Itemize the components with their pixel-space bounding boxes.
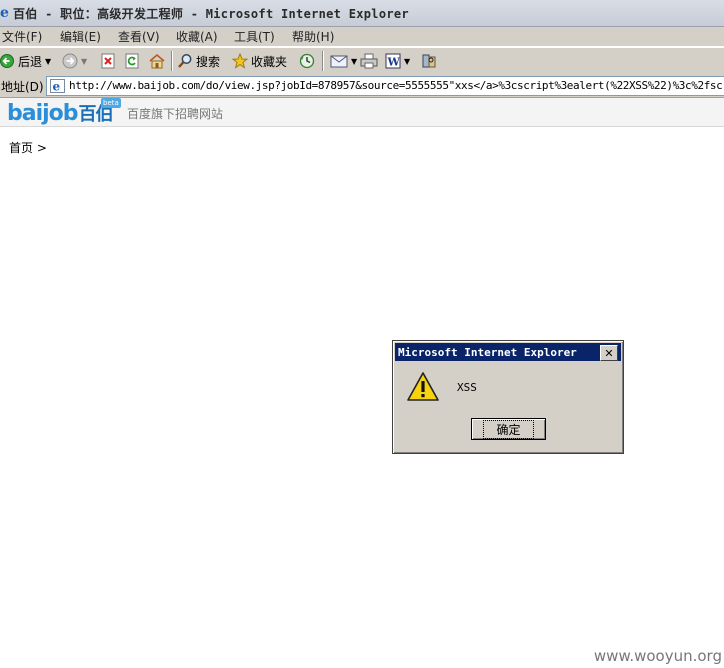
window-titlebar[interactable]: e 百伯 - 职位：高级开发工程师 - Microsoft Internet E… bbox=[0, 0, 724, 27]
home-button[interactable] bbox=[148, 51, 166, 71]
stop-button[interactable] bbox=[100, 51, 116, 71]
search-label: 搜索 bbox=[196, 54, 221, 69]
menu-view[interactable]: 查看(V) bbox=[118, 28, 160, 45]
toolbar-separator bbox=[171, 51, 173, 71]
back-dropdown-icon[interactable]: ▼ bbox=[45, 57, 51, 66]
forward-button[interactable]: ▼ bbox=[62, 51, 87, 71]
site-tagline: 百度旗下招聘网站 bbox=[127, 107, 224, 121]
refresh-button[interactable] bbox=[124, 51, 140, 71]
search-icon bbox=[178, 54, 192, 68]
menu-file[interactable]: 文件(F) bbox=[2, 28, 42, 45]
ie-page-icon: e bbox=[50, 79, 65, 93]
svg-text:W: W bbox=[387, 56, 401, 69]
watermark: www.wooyun.org bbox=[593, 647, 722, 665]
back-label: 后退 bbox=[18, 54, 43, 69]
history-icon bbox=[299, 53, 315, 69]
address-label: 地址(D) bbox=[1, 80, 44, 94]
edit-dropdown-icon[interactable]: ▼ bbox=[404, 57, 410, 66]
mail-dropdown-icon[interactable]: ▼ bbox=[351, 57, 357, 66]
print-button[interactable] bbox=[360, 51, 378, 71]
standard-toolbar: 后退 ▼ ▼ 搜索 收藏夹 ▼ W ▼ bbox=[0, 47, 724, 76]
printer-icon bbox=[360, 53, 378, 69]
alert-dialog: Microsoft Internet Explorer ✕ XSS 确定 bbox=[392, 340, 624, 454]
dialog-message: XSS bbox=[457, 381, 477, 394]
window-title: 百伯 - 职位：高级开发工程师 - Microsoft Internet Exp… bbox=[13, 7, 409, 21]
forward-arrow-icon bbox=[62, 53, 78, 69]
edit-button[interactable]: W ▼ bbox=[385, 51, 410, 71]
menu-favorites[interactable]: 收藏(A) bbox=[176, 28, 218, 45]
stop-icon bbox=[101, 53, 115, 69]
menu-bar: 文件(F) 编辑(E) 查看(V) 收藏(A) 工具(T) 帮助(H) bbox=[0, 27, 724, 47]
address-url: http://www.baijob.com/do/view.jsp?jobId=… bbox=[69, 79, 724, 92]
back-arrow-icon bbox=[0, 54, 14, 68]
address-bar: 地址(D) e http://www.baijob.com/do/view.js… bbox=[0, 75, 724, 98]
logo-text-en: baijob bbox=[7, 101, 79, 126]
history-button[interactable] bbox=[299, 51, 315, 71]
site-header: baijob百伯 beta 百度旗下招聘网站 bbox=[0, 98, 724, 127]
dialog-close-button[interactable]: ✕ bbox=[600, 345, 618, 361]
menu-edit[interactable]: 编辑(E) bbox=[60, 28, 101, 45]
favorites-button[interactable]: 收藏夹 bbox=[232, 51, 287, 71]
search-button[interactable]: 搜索 bbox=[177, 51, 220, 71]
menu-help[interactable]: 帮助(H) bbox=[292, 28, 334, 45]
dialog-title: Microsoft Internet Explorer bbox=[398, 346, 577, 359]
ie-logo-icon: e bbox=[0, 5, 9, 19]
back-button[interactable]: 后退 ▼ bbox=[0, 51, 51, 71]
research-icon bbox=[422, 54, 436, 68]
ok-button-label: 确定 bbox=[483, 419, 534, 439]
menu-tools[interactable]: 工具(T) bbox=[234, 28, 275, 45]
svg-text:e: e bbox=[0, 5, 9, 19]
research-button[interactable] bbox=[421, 51, 437, 71]
toolbar-separator bbox=[322, 51, 324, 71]
dialog-titlebar[interactable]: Microsoft Internet Explorer ✕ bbox=[395, 343, 621, 361]
star-icon bbox=[232, 53, 248, 69]
favorites-label: 收藏夹 bbox=[251, 54, 288, 69]
word-edit-icon: W bbox=[385, 53, 401, 69]
warning-icon bbox=[407, 372, 439, 401]
home-icon bbox=[149, 53, 165, 69]
beta-badge: beta bbox=[101, 98, 121, 108]
breadcrumb[interactable]: 首页 > bbox=[9, 139, 47, 156]
svg-text:e: e bbox=[53, 80, 61, 94]
refresh-icon bbox=[125, 53, 139, 69]
mail-icon bbox=[330, 55, 348, 68]
ok-button[interactable]: 确定 bbox=[471, 418, 546, 440]
baijob-logo[interactable]: baijob百伯 bbox=[7, 100, 114, 126]
mail-button[interactable]: ▼ bbox=[330, 51, 357, 71]
forward-dropdown-icon[interactable]: ▼ bbox=[81, 57, 87, 66]
address-input[interactable]: e http://www.baijob.com/do/view.jsp?jobI… bbox=[46, 76, 724, 96]
